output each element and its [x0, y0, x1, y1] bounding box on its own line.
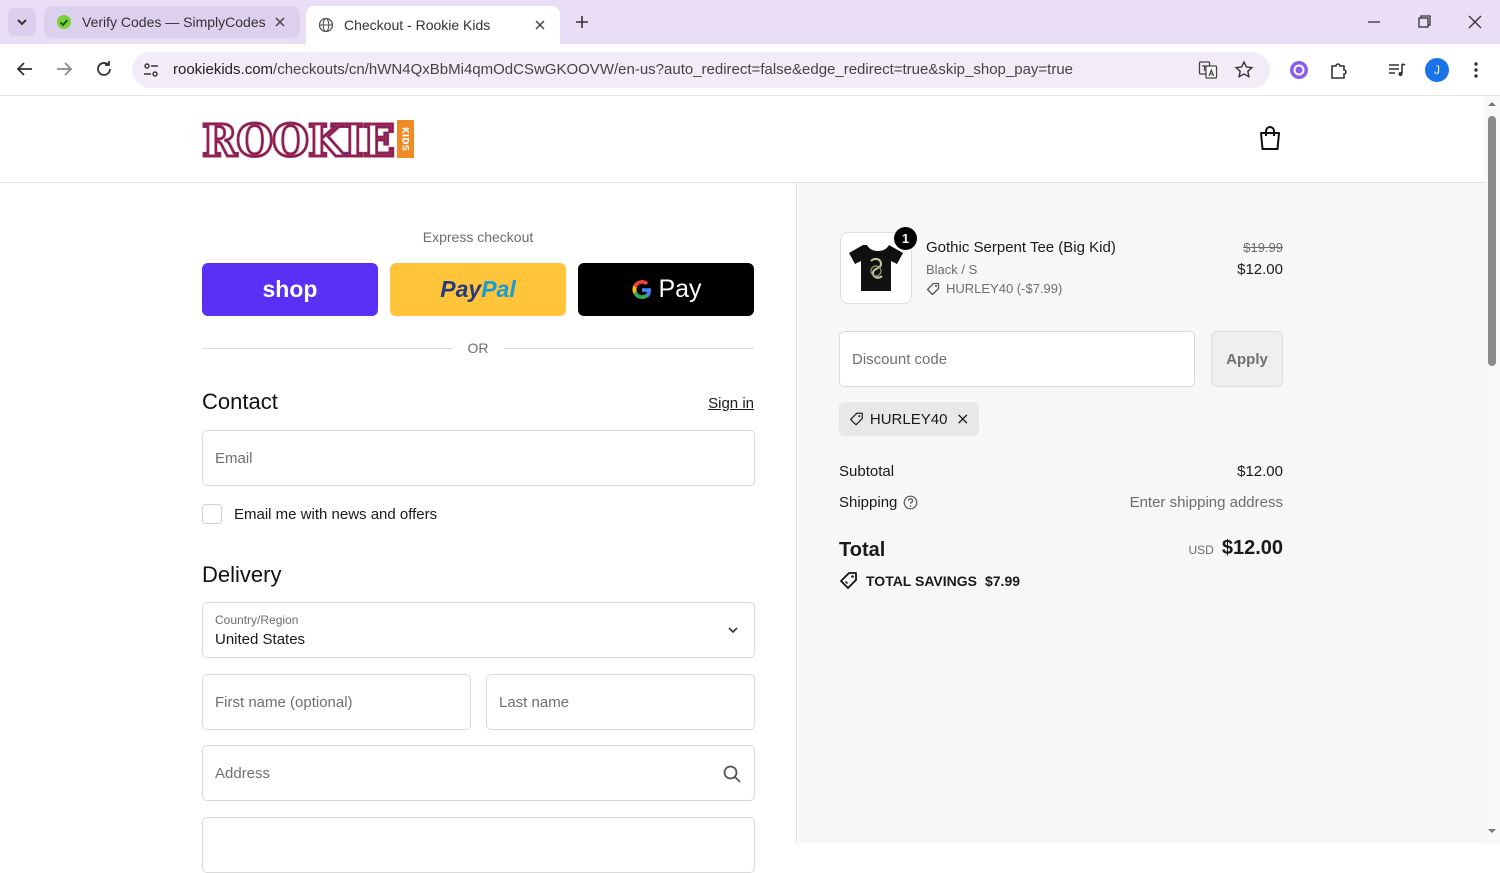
- back-arrow-icon[interactable]: [14, 58, 36, 80]
- close-tab-icon[interactable]: [272, 14, 288, 30]
- quantity-badge: 1: [894, 227, 917, 250]
- shipping-label: Shipping: [839, 494, 898, 511]
- help-circle-icon[interactable]: [903, 495, 918, 510]
- tag-icon: [926, 282, 940, 295]
- last-name-field[interactable]: [486, 674, 755, 730]
- search-icon: [723, 765, 741, 783]
- svg-text:KIDS: KIDS: [400, 127, 410, 151]
- remove-discount-icon[interactable]: [957, 412, 969, 426]
- browser-toolbar: rookiekids.com/checkouts/cn/hWN4QxBbMi4q…: [0, 44, 1500, 96]
- address-input[interactable]: [203, 746, 754, 800]
- total-value: $12.00: [1221, 537, 1283, 559]
- news-offers-row[interactable]: Email me with news and offers: [202, 503, 437, 525]
- kebab-menu-icon[interactable]: [1466, 59, 1486, 81]
- paypal-button[interactable]: Pay Pal: [390, 263, 566, 316]
- contact-heading: Contact: [202, 389, 278, 414]
- email-field[interactable]: [202, 430, 755, 486]
- tab-rookie-kids-checkout[interactable]: Checkout - Rookie Kids: [306, 6, 560, 44]
- scroll-down-icon[interactable]: [1488, 827, 1496, 835]
- shop-pay-button[interactable]: shop: [202, 263, 378, 316]
- savings-label: TOTAL SAVINGS: [866, 572, 977, 589]
- or-divider: OR: [202, 339, 754, 359]
- tab-title: Checkout - Rookie Kids: [344, 17, 491, 33]
- url-text: rookiekids.com/checkouts/cn/hWN4QxBbMi4q…: [173, 61, 1074, 78]
- tab-title: Verify Codes — SimplyCodes: [82, 14, 266, 30]
- forward-arrow-icon[interactable]: [53, 58, 75, 80]
- delivery-heading: Delivery: [202, 562, 282, 587]
- simplycodes-favicon-icon: [57, 15, 71, 29]
- address-bar[interactable]: rookiekids.com/checkouts/cn/hWN4QxBbMi4q…: [132, 52, 1270, 88]
- svg-text:ROOKIE: ROOKIE: [202, 118, 394, 160]
- discount-code-input[interactable]: [840, 332, 1194, 386]
- order-summary-column: 1 Gothic Serpent Tee (Big Kid) Black / S…: [798, 183, 1484, 843]
- restore-icon[interactable]: [1414, 12, 1434, 32]
- store-header: ROOKIE ROOKIE KIDS: [0, 96, 1484, 183]
- subtotal-label: Subtotal: [839, 463, 895, 480]
- news-offers-label: Email me with news and offers: [234, 505, 438, 523]
- first-name-field[interactable]: [202, 674, 471, 730]
- country-value: United States: [215, 631, 306, 648]
- close-window-icon[interactable]: [1465, 12, 1485, 32]
- product-price: $12.00: [1237, 261, 1283, 278]
- shipping-value: Enter shipping address: [1129, 494, 1283, 511]
- chevron-down-icon: [17, 19, 27, 26]
- browser-tab-bar: Verify Codes — SimplyCodes Checkout - Ro…: [0, 0, 1500, 44]
- discount-code-field[interactable]: [839, 331, 1195, 387]
- site-info-icon[interactable]: [142, 61, 160, 79]
- google-g-icon: [632, 279, 652, 299]
- tab-search-button[interactable]: [8, 8, 36, 36]
- product-original-price: $19.99: [1243, 240, 1283, 255]
- chevron-down-icon: [728, 627, 738, 634]
- savings-value: $7.99: [984, 572, 1021, 589]
- email-input[interactable]: [203, 431, 754, 485]
- country-select[interactable]: Country/Region United States: [202, 602, 755, 658]
- extension-simplycodes-icon[interactable]: [1288, 59, 1310, 81]
- tag-icon: [840, 572, 857, 589]
- new-tab-icon[interactable]: [572, 12, 592, 32]
- scroll-up-icon[interactable]: [1488, 100, 1496, 108]
- checkout-form-column: Express checkout shop Pay Pal Pay OR Cont…: [0, 183, 797, 873]
- total-row: Total USD $12.00: [839, 537, 1283, 565]
- apply-discount-button[interactable]: Apply: [1211, 331, 1283, 387]
- apartment-field[interactable]: [202, 817, 755, 873]
- close-tab-icon[interactable]: [532, 17, 548, 33]
- applied-discount-chip: HURLEY40: [839, 402, 979, 436]
- page-scrollbar[interactable]: [1484, 96, 1500, 843]
- first-name-input[interactable]: [203, 675, 470, 729]
- profile-avatar[interactable]: J: [1425, 58, 1449, 82]
- product-variant: Black / S: [926, 262, 978, 277]
- total-label: Total: [839, 539, 886, 561]
- total-savings: TOTAL SAVINGS $7.99: [839, 571, 1020, 590]
- last-name-input[interactable]: [487, 675, 754, 729]
- currency-code: USD: [1188, 543, 1214, 557]
- globe-icon: [318, 17, 334, 33]
- google-pay-button[interactable]: Pay: [578, 263, 754, 316]
- translate-icon[interactable]: [1198, 60, 1218, 80]
- scrollbar-thumb[interactable]: [1488, 116, 1496, 366]
- minimize-icon[interactable]: [1364, 12, 1384, 32]
- address-field[interactable]: [202, 745, 755, 801]
- shopping-bag-icon[interactable]: [1256, 124, 1284, 152]
- product-name: Gothic Serpent Tee (Big Kid): [926, 239, 1116, 256]
- extensions-puzzle-icon[interactable]: [1328, 59, 1350, 81]
- bookmark-star-icon[interactable]: [1234, 60, 1254, 80]
- subtotal-value: $12.00: [1237, 463, 1283, 480]
- sign-in-link[interactable]: Sign in: [680, 395, 754, 412]
- country-label: Country/Region: [215, 613, 299, 627]
- reload-icon[interactable]: [93, 58, 115, 80]
- news-offers-checkbox[interactable]: [202, 504, 222, 524]
- tag-icon: [850, 412, 863, 426]
- tab-simplycodes[interactable]: Verify Codes — SimplyCodes: [44, 6, 300, 38]
- product-discount: HURLEY40 (-$7.99): [926, 281, 1062, 296]
- rookie-kids-logo[interactable]: ROOKIE ROOKIE KIDS: [201, 115, 414, 169]
- media-control-icon[interactable]: [1386, 59, 1408, 81]
- express-checkout-label: Express checkout: [422, 229, 534, 245]
